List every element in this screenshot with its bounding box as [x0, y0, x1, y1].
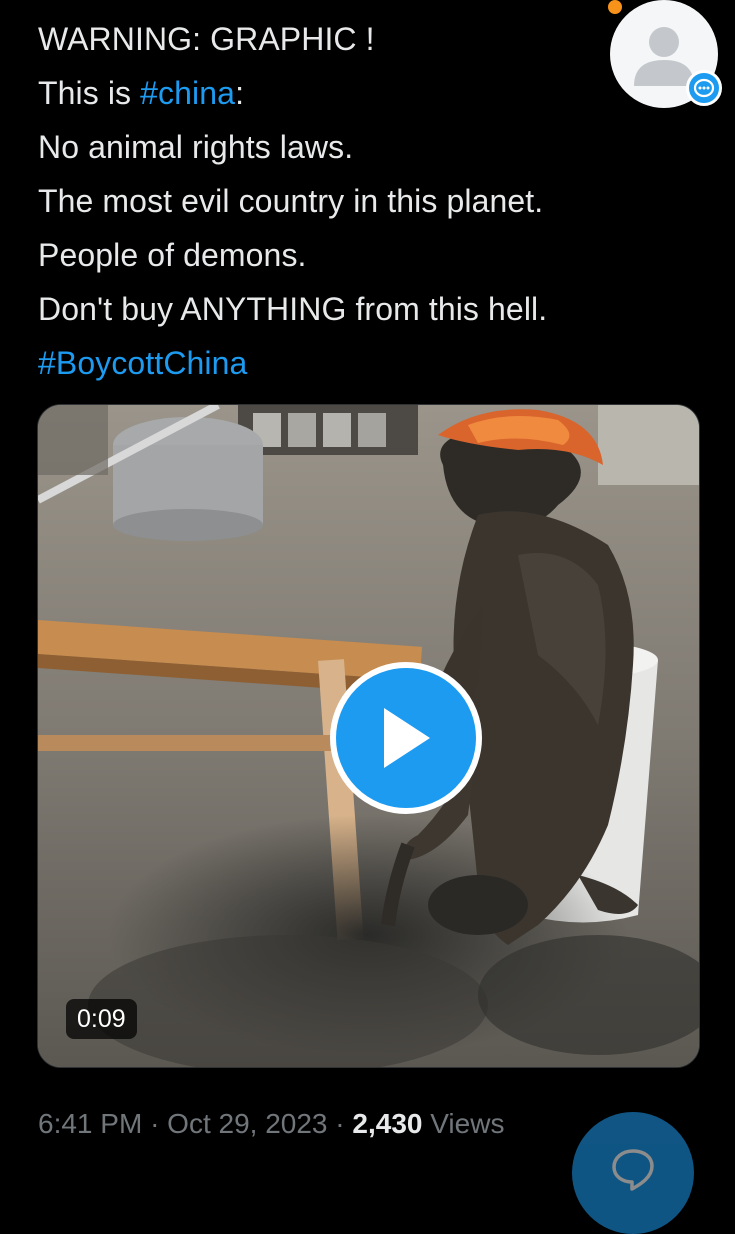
tweet-line-text: The most evil country in this planet.	[38, 183, 544, 219]
video-player[interactable]: 0:09	[37, 404, 700, 1068]
tweet-date[interactable]: Oct 29, 2023	[167, 1108, 327, 1139]
tweet-meta: 6:41 PM · Oct 29, 2023 · 2,430 Views	[38, 1104, 504, 1144]
tweet-line-6: Don't buy ANYTHING from this hell.	[38, 282, 638, 336]
tweet-line-7: #BoycottChina	[38, 336, 638, 390]
video-duration: 0:09	[66, 999, 137, 1039]
tweet-line-4: The most evil country in this planet.	[38, 174, 638, 228]
tweet-line-1: WARNING: GRAPHIC !	[38, 12, 638, 66]
tweet-text: WARNING: GRAPHIC ! This is #china: No an…	[38, 12, 638, 390]
tweet-line-2: This is #china:	[38, 66, 638, 120]
hashtag-boycottchina-link[interactable]: #BoycottChina	[38, 345, 247, 381]
tweet-line-text: Don't buy ANYTHING from this hell.	[38, 291, 548, 327]
tweet-line-5: People of demons.	[38, 228, 638, 282]
notification-dot	[606, 0, 624, 16]
message-bubble-icon[interactable]	[686, 70, 722, 106]
reply-bubble-icon	[612, 1149, 654, 1191]
floating-avatar[interactable]	[606, 0, 722, 110]
tweet-line-3: No animal rights laws.	[38, 120, 638, 174]
views-count: 2,430	[352, 1108, 423, 1139]
play-button[interactable]	[330, 662, 482, 814]
meta-separator: ·	[335, 1108, 345, 1139]
tweet-line-text: People of demons.	[38, 237, 307, 273]
play-icon	[384, 708, 430, 768]
tweet-line-prefix: This is	[38, 75, 141, 111]
views-label: Views	[430, 1108, 505, 1139]
hashtag-china-link[interactable]: #china	[140, 75, 235, 111]
meta-separator: ·	[150, 1108, 160, 1139]
tweet-line-text: No animal rights laws.	[38, 129, 354, 165]
tweet-time[interactable]: 6:41 PM	[38, 1108, 142, 1139]
reply-fab-button[interactable]	[572, 1112, 694, 1234]
tweet-line-suffix: :	[235, 75, 245, 111]
tweet-line-text: WARNING: GRAPHIC !	[38, 21, 375, 57]
